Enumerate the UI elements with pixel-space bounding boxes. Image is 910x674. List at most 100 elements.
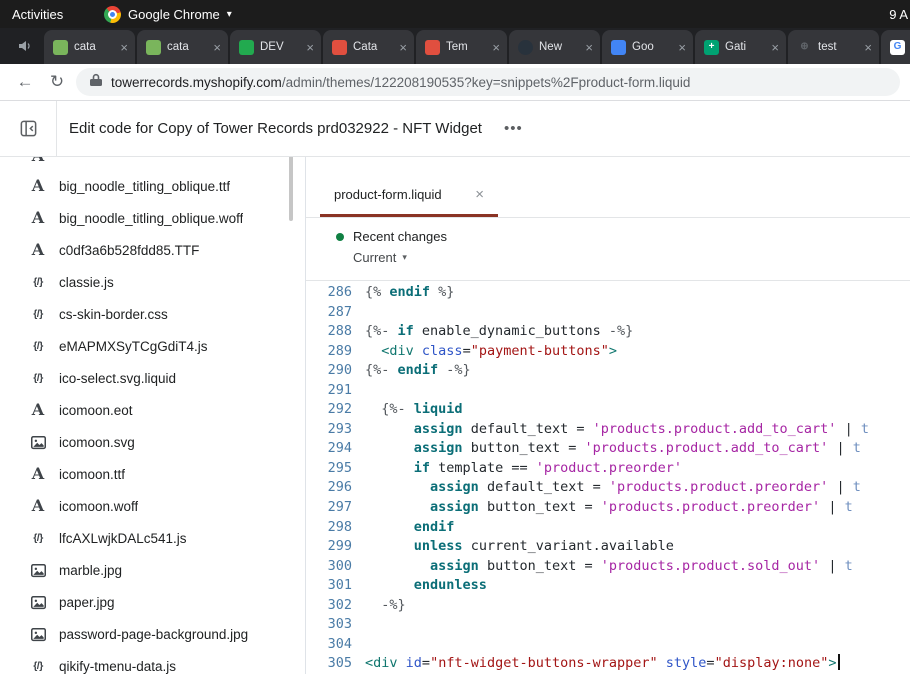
back-button[interactable]: ← [12, 72, 38, 92]
code-line[interactable]: 301 endunless [306, 576, 910, 596]
tab-close-icon[interactable]: × [120, 41, 128, 54]
browser-tab[interactable]: Goo× [602, 30, 693, 64]
code-token [365, 558, 430, 574]
line-number: 303 [306, 615, 352, 635]
sidebar-scrollbar[interactable] [289, 157, 293, 221]
tab-close-icon[interactable]: × [678, 41, 686, 54]
file-name: big_noodle_titling_oblique.ttf [59, 179, 230, 194]
code-line[interactable]: 293 assign default_text = 'products.prod… [306, 420, 910, 440]
tab-close-icon[interactable]: × [213, 41, 221, 54]
activities-button[interactable]: Activities [12, 7, 63, 22]
page-title: Edit code for Copy of Tower Records prd0… [69, 120, 482, 137]
file-item[interactable]: A [0, 157, 305, 170]
collapse-sidebar-button[interactable] [0, 101, 57, 156]
file-name: cs-skin-border.css [59, 307, 168, 322]
code-line[interactable]: 302 -%} [306, 596, 910, 616]
code-line[interactable]: 289 <div class="payment-buttons"> [306, 342, 910, 362]
browser-tab[interactable]: cata× [44, 30, 135, 64]
system-clock[interactable]: 9 A [889, 7, 908, 22]
code-line[interactable]: 304 [306, 635, 910, 655]
code-token: t [853, 440, 861, 456]
code-line[interactable]: 292 {%- liquid [306, 400, 910, 420]
file-item[interactable]: {/}lfcAXLwjkDALc541.js [0, 522, 305, 554]
tab-close-icon[interactable]: × [771, 41, 779, 54]
browser-tab[interactable]: Tem× [416, 30, 507, 64]
chrome-app-menu[interactable]: Google Chrome ▾ [104, 6, 232, 23]
file-item[interactable]: {/}qikify-tmenu-data.js [0, 650, 305, 674]
file-name: icomoon.ttf [59, 467, 125, 482]
file-list: AAbig_noodle_titling_oblique.ttfAbig_noo… [0, 157, 305, 674]
code-token: | [836, 421, 860, 437]
code-line[interactable]: 291 [306, 381, 910, 401]
tab-close-icon[interactable]: × [864, 41, 872, 54]
system-top-bar: Activities Google Chrome ▾ 9 A [0, 0, 910, 28]
browser-tab[interactable]: G [881, 30, 910, 64]
file-item[interactable]: {/}eMAPMXSyTCgGdiT4.js [0, 330, 305, 362]
tab-title: DEV [260, 41, 300, 53]
code-line[interactable]: 300 assign button_text = 'products.produ… [306, 557, 910, 577]
code-token: endif [414, 519, 455, 535]
code-line[interactable]: 286{% endif %} [306, 283, 910, 303]
browser-tab[interactable]: DEV × [230, 30, 321, 64]
file-item[interactable]: marble.jpg [0, 554, 305, 586]
code-line[interactable]: 288{%- if enable_dynamic_buttons -%} [306, 322, 910, 342]
file-item[interactable]: Aicomoon.eot [0, 394, 305, 426]
tab-close-icon[interactable]: × [585, 41, 593, 54]
code-token [658, 655, 666, 671]
document-tab[interactable]: product-form.liquid × [320, 171, 498, 217]
code-token: <div [381, 343, 414, 359]
close-icon[interactable]: × [475, 186, 484, 203]
code-editor[interactable]: 286{% endif %}287288{%- if enable_dynami… [306, 281, 910, 674]
code-token: current_variant.available [463, 538, 674, 554]
file-item[interactable]: Aicomoon.woff [0, 490, 305, 522]
tab-close-icon[interactable]: × [306, 41, 314, 54]
reload-button[interactable]: ↻ [44, 72, 70, 92]
code-line[interactable]: 297 assign button_text = 'products.produ… [306, 498, 910, 518]
file-item[interactable]: {/}classie.js [0, 266, 305, 298]
file-name: marble.jpg [59, 563, 122, 578]
version-label: Current [353, 250, 396, 265]
file-item[interactable]: {/}cs-skin-border.css [0, 298, 305, 330]
code-token: -%} [381, 597, 405, 613]
code-line[interactable]: 294 assign button_text = 'products.produ… [306, 439, 910, 459]
tab-favicon-icon [611, 40, 626, 55]
code-line[interactable]: 299 unless current_variant.available [306, 537, 910, 557]
code-line[interactable]: 305<div id="nft-widget-buttons-wrapper" … [306, 654, 910, 674]
volume-icon[interactable] [10, 28, 40, 64]
screen: Activities Google Chrome ▾ 9 A cata×cata… [0, 0, 910, 674]
browser-tab[interactable]: New× [509, 30, 600, 64]
browser-tab[interactable]: Cata× [323, 30, 414, 64]
file-item[interactable]: Abig_noodle_titling_oblique.ttf [0, 170, 305, 202]
browser-tab[interactable]: +Gati× [695, 30, 786, 64]
code-token: <div [365, 655, 398, 671]
line-number: 302 [306, 596, 352, 616]
code-line[interactable]: 290{%- endif -%} [306, 361, 910, 381]
code-line[interactable]: 303 [306, 615, 910, 635]
file-item[interactable]: icomoon.svg [0, 426, 305, 458]
file-item[interactable]: Abig_noodle_titling_oblique.woff [0, 202, 305, 234]
browser-tab[interactable]: ⊕test× [788, 30, 879, 64]
code-line[interactable]: 287 [306, 303, 910, 323]
file-item[interactable]: {/}ico-select.svg.liquid [0, 362, 305, 394]
file-item[interactable]: Aicomoon.ttf [0, 458, 305, 490]
version-dropdown[interactable]: Current ▾ [353, 250, 910, 265]
tab-close-icon[interactable]: × [492, 41, 500, 54]
code-line[interactable]: 298 endif [306, 518, 910, 538]
code-line[interactable]: 295 if template == 'product.preorder' [306, 459, 910, 479]
code-token: = [706, 655, 714, 671]
tab-close-icon[interactable]: × [399, 41, 407, 54]
file-name: big_noodle_titling_oblique.woff [59, 211, 243, 226]
code-token [365, 499, 430, 515]
code-token: = [422, 655, 430, 671]
more-actions-button[interactable]: ••• [504, 120, 523, 137]
code-line[interactable]: 296 assign default_text = 'products.prod… [306, 478, 910, 498]
file-item[interactable]: Ac0df3a6b528fdd85.TTF [0, 234, 305, 266]
file-item[interactable]: paper.jpg [0, 586, 305, 618]
address-bar[interactable]: towerrecords.myshopify.com/admin/themes/… [76, 68, 900, 96]
image-file-icon [29, 595, 47, 610]
browser-tab[interactable]: cata× [137, 30, 228, 64]
code-text: {% endif %} [352, 283, 454, 303]
code-token: id [406, 655, 422, 671]
content-area: AAbig_noodle_titling_oblique.ttfAbig_noo… [0, 157, 910, 674]
file-item[interactable]: password-page-background.jpg [0, 618, 305, 650]
